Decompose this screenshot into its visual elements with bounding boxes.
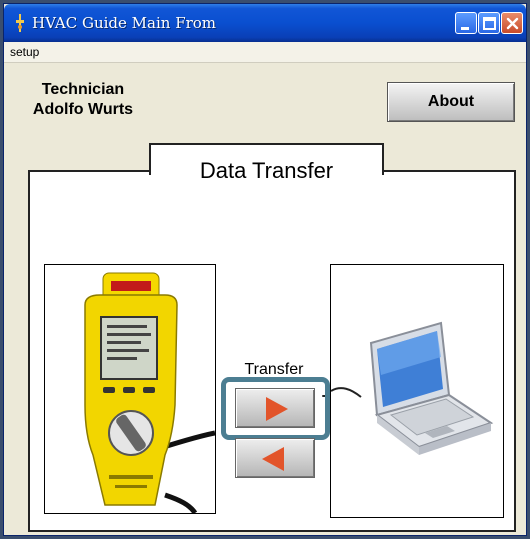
arrow-left-icon <box>262 447 284 471</box>
receive-from-laptop-button[interactable] <box>235 438 315 478</box>
arrow-right-icon <box>266 397 288 421</box>
main-window: HVAC Guide Main From setup Technician Ad… <box>3 3 527 536</box>
send-to-laptop-button[interactable] <box>235 388 315 428</box>
